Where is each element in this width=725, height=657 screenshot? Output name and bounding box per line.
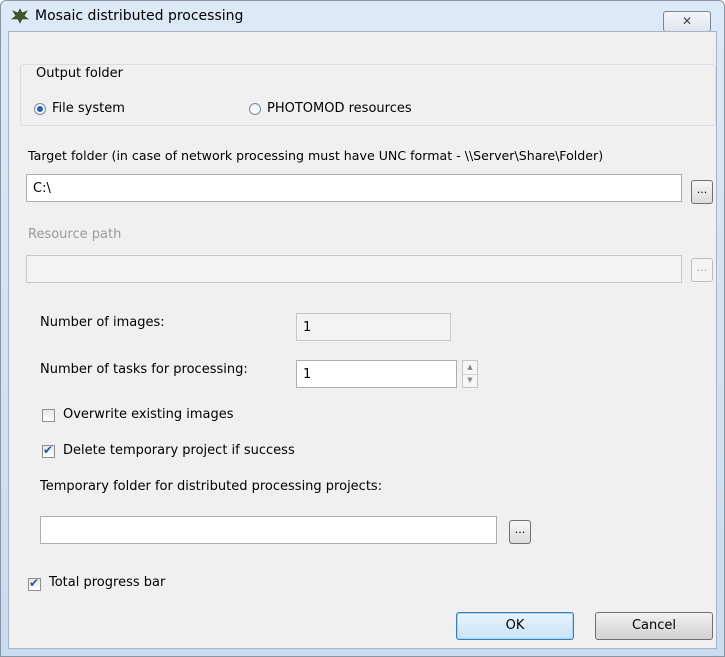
overwrite-label[interactable]: Overwrite existing images [63, 407, 234, 422]
num-tasks-input[interactable] [296, 360, 457, 388]
app-icon [11, 8, 29, 24]
radio-photomod-resources[interactable] [249, 103, 261, 115]
num-images-label: Number of images: [40, 315, 165, 330]
target-folder-input[interactable] [26, 174, 682, 202]
ok-button[interactable]: OK [456, 612, 574, 640]
resource-path-browse-button[interactable]: ... [691, 258, 713, 282]
overwrite-checkbox[interactable] [42, 409, 55, 422]
total-progress-label[interactable]: Total progress bar [49, 575, 165, 590]
resource-path-label: Resource path [28, 227, 122, 242]
temp-folder-browse-button[interactable]: ... [509, 520, 531, 544]
title-bar[interactable]: Mosaic distributed processing ✕ [1, 1, 724, 32]
spin-down-icon[interactable]: ▼ [463, 374, 477, 387]
close-icon: ✕ [681, 14, 693, 28]
resource-path-input[interactable] [26, 255, 682, 283]
spin-up-icon[interactable]: ▲ [463, 361, 477, 375]
delete-temp-checkbox[interactable] [42, 443, 55, 458]
temp-folder-label: Temporary folder for distributed process… [40, 479, 383, 494]
temp-folder-input[interactable] [40, 516, 497, 544]
num-tasks-label: Number of tasks for processing: [40, 362, 248, 377]
num-images-field [296, 313, 451, 341]
radio-file-system-label[interactable]: File system [52, 101, 125, 116]
target-folder-browse-button[interactable]: ... [691, 180, 713, 204]
output-folder-title: Output folder [32, 66, 128, 81]
cancel-button[interactable]: Cancel [595, 612, 713, 640]
radio-file-system[interactable] [34, 103, 46, 115]
total-progress-checkbox[interactable] [28, 576, 41, 591]
close-button[interactable]: ✕ [663, 11, 711, 32]
window-title: Mosaic distributed processing [35, 8, 244, 24]
delete-temp-label[interactable]: Delete temporary project if success [63, 443, 295, 458]
target-folder-label: Target folder (in case of network proces… [28, 148, 604, 163]
radio-photomod-resources-label[interactable]: PHOTOMOD resources [267, 101, 412, 116]
num-tasks-spinner[interactable]: ▲ ▼ [462, 360, 478, 388]
